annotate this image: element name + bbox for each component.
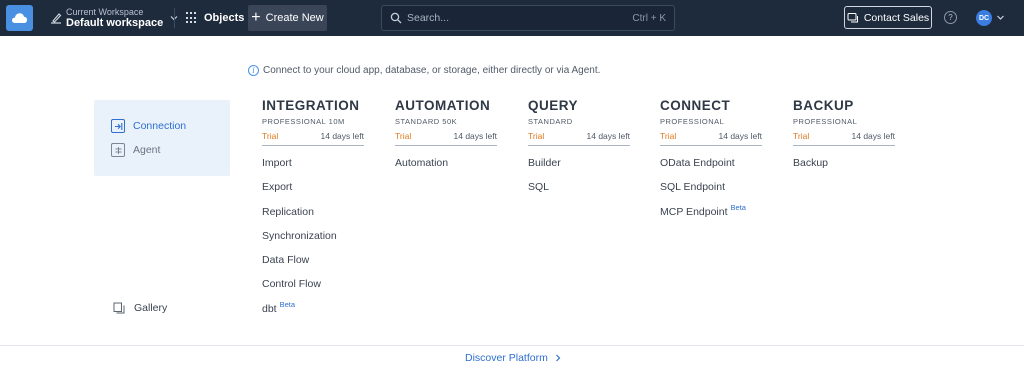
help-icon[interactable]: ? [944,11,957,24]
product-link-automation[interactable]: Automation [395,156,497,180]
trial-days-left: 14 days left [718,131,762,141]
sidebar-item-label: Agent [133,144,161,156]
objects-label: Objects [204,12,245,24]
search-icon [390,12,402,24]
contact-sales-label: Contact Sales [863,11,930,24]
trial-days-left: 14 days left [586,131,630,141]
connection-icon [111,119,125,133]
product-column-integration: INTEGRATION PROFESSIONAL 10M Trial 14 da… [262,98,364,326]
product-edition: PROFESSIONAL [660,117,725,126]
trial-days-left: 14 days left [320,131,364,141]
trial-status: Trial 14 days left [528,131,630,146]
product-title: QUERY [528,98,579,113]
contact-sales-button[interactable]: Contact Sales [844,6,932,29]
sidebar-item-connection[interactable]: Connection [111,119,186,133]
agent-icon [111,143,125,157]
workspace-icon [51,13,62,24]
search-shortcut: Ctrl + K [632,12,666,24]
info-text: Connect to your cloud app, database, or … [263,65,601,76]
product-title: INTEGRATION [262,98,360,113]
trial-status: Trial 14 days left [395,131,497,146]
product-edition: PROFESSIONAL 10M [262,117,345,126]
product-title: CONNECT [660,98,731,113]
top-bar: Current Workspace Default workspace Obje… [0,0,1024,36]
discover-platform-link[interactable]: Discover Platform [465,352,562,364]
topbar-divider [174,8,175,28]
info-icon: i [248,65,259,76]
trial-status: Trial 14 days left [660,131,762,146]
product-link-builder[interactable]: Builder [528,156,630,180]
create-new-button[interactable]: + Create New [248,5,327,31]
product-link-backup[interactable]: Backup [793,156,895,180]
discover-platform-label: Discover Platform [465,352,548,364]
beta-badge: Beta [279,299,296,309]
workspace-name: Default workspace [66,17,164,29]
trial-days-left: 14 days left [453,131,497,141]
product-link-data-flow[interactable]: Data Flow [262,253,364,277]
chat-icon [847,12,858,22]
workspace-selector[interactable]: Current Workspace Default workspace [48,5,179,31]
product-link-sql[interactable]: SQL [528,180,630,204]
product-link-replication[interactable]: Replication [262,205,364,229]
chevron-down-icon[interactable] [996,13,1005,22]
app-logo-icon[interactable] [6,5,33,31]
product-edition: STANDARD [528,117,573,126]
product-link-odata-endpoint[interactable]: OData Endpoint [660,156,762,180]
gallery-link[interactable]: Gallery [113,302,167,314]
create-new-label: Create New [265,12,324,24]
trial-badge: Trial [395,131,412,141]
gallery-label: Gallery [134,302,168,314]
product-link-control-flow[interactable]: Control Flow [262,277,364,301]
sidebar-item-label: Connection [133,120,187,132]
objects-button[interactable]: Objects [186,9,244,27]
trial-badge: Trial [660,131,677,141]
product-column-backup: BACKUP PROFESSIONAL Trial 14 days left B… [793,98,895,180]
product-link-import[interactable]: Import [262,156,364,180]
trial-badge: Trial [528,131,545,141]
trial-badge: Trial [262,131,279,141]
product-link-export[interactable]: Export [262,180,364,204]
product-link-sql-endpoint[interactable]: SQL Endpoint [660,180,762,204]
plus-icon: + [251,9,261,26]
connection-type-panel: Connection Agent [94,100,230,176]
product-title: AUTOMATION [395,98,491,113]
search-input[interactable] [407,12,633,24]
product-title: BACKUP [793,98,854,113]
product-column-connect: CONNECT PROFESSIONAL Trial 14 days left … [660,98,762,229]
grid-icon [186,12,198,24]
product-link-synchronization[interactable]: Synchronization [262,229,364,253]
trial-status: Trial 14 days left [262,131,364,146]
trial-days-left: 14 days left [851,131,895,141]
product-column-automation: AUTOMATION STANDARD 50K Trial 14 days le… [395,98,497,180]
sidebar-item-agent[interactable]: Agent [111,143,160,157]
product-edition: PROFESSIONAL [793,117,858,126]
info-message: i Connect to your cloud app, database, o… [248,65,600,76]
product-link-dbt[interactable]: dbt Beta [262,299,364,326]
search-box[interactable]: Ctrl + K [381,5,675,31]
trial-status: Trial 14 days left [793,131,895,146]
product-edition: STANDARD 50K [395,117,458,126]
product-column-query: QUERY STANDARD Trial 14 days left Builde… [528,98,630,205]
footer-divider [0,345,1024,346]
gallery-icon [113,302,125,314]
avatar[interactable]: DC [976,10,992,26]
trial-badge: Trial [793,131,810,141]
chevron-right-icon [555,354,561,362]
product-link-mcp-endpoint[interactable]: MCP Endpoint Beta [660,202,762,229]
beta-badge: Beta [730,202,746,212]
